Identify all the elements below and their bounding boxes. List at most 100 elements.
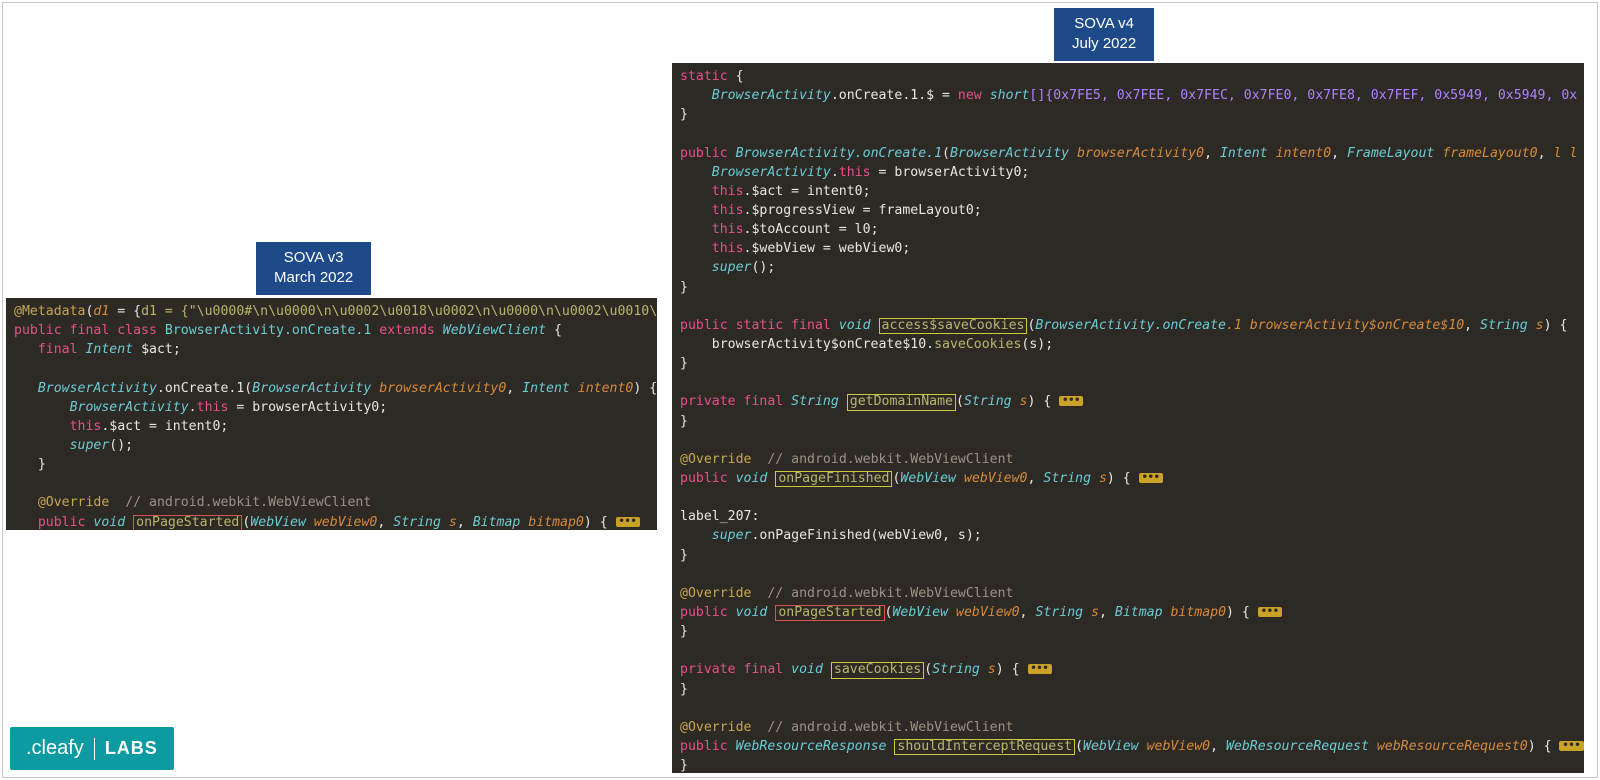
t: this bbox=[839, 165, 871, 180]
t: d1 bbox=[93, 304, 109, 319]
t: .$webView = webView0; bbox=[744, 241, 911, 256]
t: String bbox=[1035, 605, 1083, 620]
t: @Override bbox=[38, 495, 109, 510]
t: FrameLayout bbox=[1347, 146, 1434, 161]
t: String bbox=[1043, 471, 1091, 486]
t: BrowserActivity bbox=[38, 381, 157, 396]
t: getDomainName bbox=[850, 394, 953, 409]
t: BrowserActivity bbox=[252, 381, 371, 396]
t: l l bbox=[1554, 146, 1578, 161]
t: WebResourceRequest bbox=[1226, 739, 1369, 754]
t: .1 browserActivity$onCreate$10 bbox=[1226, 318, 1464, 333]
t: public bbox=[680, 471, 728, 486]
t: extends bbox=[379, 323, 435, 338]
t: void bbox=[839, 318, 871, 333]
t: void bbox=[93, 515, 125, 530]
t: public bbox=[680, 605, 728, 620]
t: WebViewClient bbox=[443, 323, 546, 338]
t: @Override bbox=[680, 586, 751, 601]
t: void bbox=[736, 471, 768, 486]
label-left-date: March 2022 bbox=[274, 268, 353, 288]
highlight-onPageStarted-v4: onPageStarted bbox=[775, 605, 884, 622]
label-right-date: July 2022 bbox=[1072, 34, 1136, 54]
t: Intent bbox=[1220, 146, 1268, 161]
t: Intent bbox=[85, 342, 133, 357]
t: super bbox=[712, 260, 752, 275]
t: .$toAccount = l0; bbox=[744, 222, 879, 237]
t: .onCreate.1.$ bbox=[831, 88, 934, 103]
t: new bbox=[958, 88, 982, 103]
t: Bitmap bbox=[1115, 605, 1163, 620]
fold-icon: ••• bbox=[1028, 664, 1052, 674]
t: String bbox=[932, 662, 980, 677]
t: // android.webkit.WebViewClient bbox=[767, 452, 1013, 467]
t: this bbox=[712, 241, 744, 256]
t: BrowserActivity.onCreate.1 bbox=[165, 323, 371, 338]
t: BrowserActivity bbox=[712, 88, 831, 103]
t: browserActivity$onCreate$10. bbox=[712, 337, 934, 352]
t: intent0 bbox=[578, 381, 634, 396]
t: webView0 bbox=[964, 471, 1028, 486]
t: super bbox=[70, 438, 110, 453]
t: BrowserActivity bbox=[70, 400, 189, 415]
cleafy-labs-badge: .cleafy LABS bbox=[10, 727, 174, 770]
t: this bbox=[712, 222, 744, 237]
t: public bbox=[38, 515, 86, 530]
t: s bbox=[1020, 394, 1028, 409]
t: browserActivity0 bbox=[1077, 146, 1204, 161]
highlight-shouldInterceptRequest: shouldInterceptRequest bbox=[894, 739, 1075, 756]
highlight-saveCookies: saveCookies bbox=[831, 662, 924, 679]
label-sova-v4: SOVA v4 July 2022 bbox=[1054, 8, 1154, 61]
t: @Override bbox=[680, 720, 751, 735]
t: BrowserActivity.onCreate.1 bbox=[736, 146, 942, 161]
t: bitmap0 bbox=[528, 515, 584, 530]
t: shouldInterceptRequest bbox=[897, 739, 1072, 754]
fold-icon: ••• bbox=[1258, 607, 1282, 617]
t: webView0 bbox=[956, 605, 1020, 620]
t: webResourceRequest0 bbox=[1377, 739, 1528, 754]
t: WebResourceResponse bbox=[736, 739, 887, 754]
label-sova-v3: SOVA v3 March 2022 bbox=[256, 242, 371, 295]
t: this bbox=[712, 203, 744, 218]
t: public static final bbox=[680, 318, 831, 333]
badge-labs: LABS bbox=[105, 738, 158, 759]
t: private final bbox=[680, 662, 783, 677]
t: intent0 bbox=[1276, 146, 1332, 161]
t: webView0 bbox=[1147, 739, 1211, 754]
badge-brand: .cleafy bbox=[26, 737, 84, 760]
t: .onCreate.1( bbox=[157, 381, 252, 396]
fold-icon: ••• bbox=[616, 517, 640, 527]
t: public bbox=[680, 146, 728, 161]
t: super bbox=[712, 528, 752, 543]
fold-icon: ••• bbox=[1059, 396, 1083, 406]
highlight-onPageStarted-v3: onPageStarted bbox=[133, 515, 242, 530]
highlight-getDomainName: getDomainName bbox=[847, 394, 956, 411]
highlight-onPageFinished: onPageFinished bbox=[775, 471, 892, 488]
t: // android.webkit.WebViewClient bbox=[767, 586, 1013, 601]
t: WebView bbox=[250, 515, 306, 530]
t: // android.webkit.WebViewClient bbox=[767, 720, 1013, 735]
t: s bbox=[449, 515, 457, 530]
label-right-title: SOVA v4 bbox=[1072, 14, 1136, 34]
t: this bbox=[70, 419, 102, 434]
t: access$saveCookies bbox=[882, 318, 1025, 333]
t: .onPageFinished(webView0, s); bbox=[751, 528, 981, 543]
code-block-v3: @Metadata(d1 = {d1 = {"\u0000#\n\u0000\n… bbox=[6, 298, 657, 530]
t: saveCookies bbox=[934, 337, 1021, 352]
t: WebView bbox=[1083, 739, 1139, 754]
t: short bbox=[990, 88, 1030, 103]
t: onPageStarted bbox=[778, 605, 881, 620]
t: public final class bbox=[14, 323, 157, 338]
t: label_207: bbox=[680, 509, 759, 524]
t: @Override bbox=[680, 452, 751, 467]
t: String bbox=[393, 515, 441, 530]
fold-icon: ••• bbox=[1139, 473, 1163, 483]
t: BrowserActivity bbox=[712, 165, 831, 180]
t: Bitmap bbox=[473, 515, 521, 530]
t: bitmap0 bbox=[1170, 605, 1226, 620]
t: s bbox=[1536, 318, 1544, 333]
t: this bbox=[712, 184, 744, 199]
t: s bbox=[1099, 471, 1107, 486]
t: onPageFinished bbox=[778, 471, 889, 486]
t: void bbox=[791, 662, 823, 677]
